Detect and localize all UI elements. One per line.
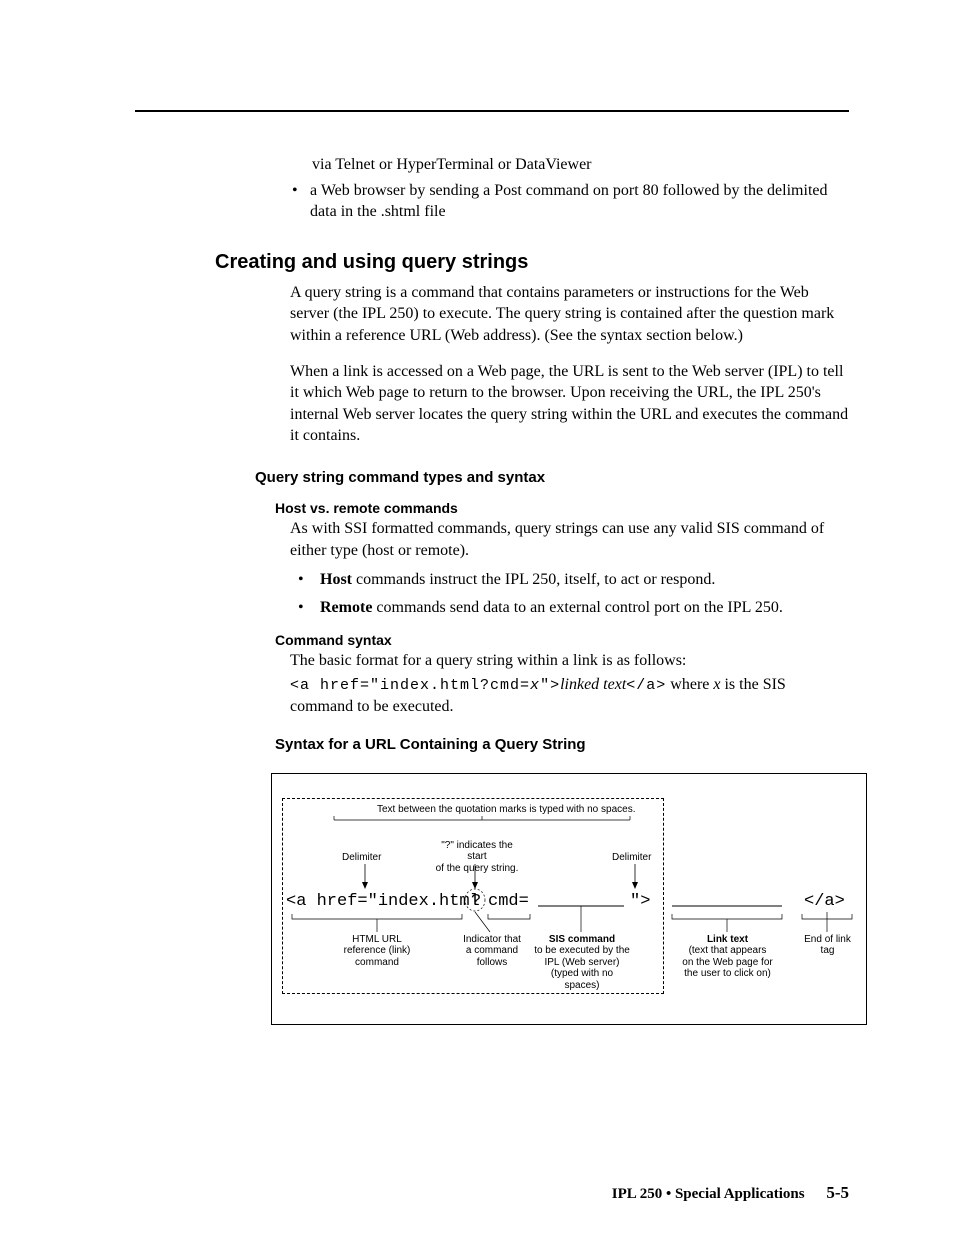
label-end: End of link tag xyxy=(800,934,855,957)
l: to be executed by the xyxy=(534,945,630,956)
subsection-heading: Query string command types and syntax xyxy=(255,469,849,486)
bullet-strong: Host xyxy=(320,571,352,588)
bullet-dot: • xyxy=(290,597,320,619)
bullet-dot: • xyxy=(290,569,320,591)
bullet-rest: commands instruct the IPL 250, itself, t… xyxy=(352,571,715,588)
code-linked: linked text xyxy=(560,676,626,693)
label-link: Link text (text that appears on the Web … xyxy=(680,934,775,980)
host-para: As with SSI formatted commands, query st… xyxy=(290,518,849,561)
l: Link text xyxy=(707,934,748,945)
l: SIS command xyxy=(549,934,615,945)
label-indicator: Indicator that a command follows xyxy=(462,934,522,969)
bullet-text: Remote commands send data to an external… xyxy=(320,597,783,619)
note-top: Text between the quotation marks is type… xyxy=(377,804,635,815)
l: IPL (Web server) xyxy=(544,957,619,968)
bullet-strong: Remote xyxy=(320,599,372,616)
code-end: </a> xyxy=(626,677,666,694)
cmd-code-line: <a href="index.html?cmd=x">linked text</… xyxy=(290,674,849,718)
code-end: </a> xyxy=(804,892,845,911)
code-q: ? xyxy=(471,892,481,911)
section-p1: A query string is a command that contain… xyxy=(290,282,849,347)
host-heading: Host vs. remote commands xyxy=(275,500,849,516)
q-note-a: "?" indicates the start xyxy=(441,840,513,863)
q-note: "?" indicates the start of the query str… xyxy=(432,840,522,875)
l: Indicator that xyxy=(463,934,521,945)
l: (text that appears xyxy=(689,945,767,956)
bullet-row: • Remote commands send data to an extern… xyxy=(290,597,849,619)
code-close: "> xyxy=(630,892,650,911)
syntax-diagram: Text between the quotation marks is type… xyxy=(271,773,867,1025)
intro-text: via Telnet or HyperTerminal or DataViewe… xyxy=(312,156,592,173)
l: the user to click on) xyxy=(684,968,771,979)
intro-bullet-text: a Web browser by sending a Post command … xyxy=(310,180,849,223)
code-cmd: cmd= xyxy=(488,892,529,911)
bullet-row: • a Web browser by sending a Post comman… xyxy=(290,180,849,223)
bullet-row: • Host commands instruct the IPL 250, it… xyxy=(290,569,849,591)
l: tag xyxy=(821,945,835,956)
bullet-dot: • xyxy=(290,180,310,223)
footer-text: IPL 250 • Special Applications xyxy=(612,1186,805,1202)
code-x: x xyxy=(530,677,540,694)
page-number: 5-5 xyxy=(826,1183,849,1202)
bullet-rest: commands send data to an external contro… xyxy=(372,599,782,616)
bullet-text: Host commands instruct the IPL 250, itse… xyxy=(320,569,715,591)
l: follows xyxy=(477,957,508,968)
l: command xyxy=(355,957,399,968)
intro-line: via Telnet or HyperTerminal or DataViewe… xyxy=(290,154,849,176)
code-pre: <a href="index.html?cmd= xyxy=(290,677,530,694)
page-content: via Telnet or HyperTerminal or DataViewe… xyxy=(0,0,954,1085)
l: on the Web page for xyxy=(682,957,772,968)
section-heading: Creating and using query strings xyxy=(215,251,849,274)
l: a command xyxy=(466,945,518,956)
section-p2: When a link is accessed on a Web page, t… xyxy=(290,361,849,447)
where-pre: where xyxy=(666,676,713,693)
l: (typed with no spaces) xyxy=(551,968,613,991)
label-html: HTML URL reference (link) command xyxy=(342,934,412,969)
cmd-heading: Command syntax xyxy=(275,632,849,648)
sub-bullets: • Host commands instruct the IPL 250, it… xyxy=(290,569,849,618)
code-a: <a href="index.html xyxy=(286,892,480,911)
top-rule xyxy=(135,110,849,112)
l: reference (link) xyxy=(344,945,411,956)
cmd-p1: The basic format for a query string with… xyxy=(290,650,849,672)
syntax-heading: Syntax for a URL Containing a Query Stri… xyxy=(275,736,849,753)
label-sis: SIS command to be executed by the IPL (W… xyxy=(532,934,632,992)
intro-bullet-wrap: • a Web browser by sending a Post comman… xyxy=(290,180,849,223)
l: End of link xyxy=(804,934,851,945)
code-mid: "> xyxy=(540,677,560,694)
q-note-b: of the query string. xyxy=(436,863,519,874)
l: HTML URL xyxy=(352,934,402,945)
delimiter-label-left: Delimiter xyxy=(342,852,381,864)
delimiter-label-right: Delimiter xyxy=(612,852,651,864)
page-footer: IPL 250 • Special Applications 5-5 xyxy=(612,1183,849,1203)
